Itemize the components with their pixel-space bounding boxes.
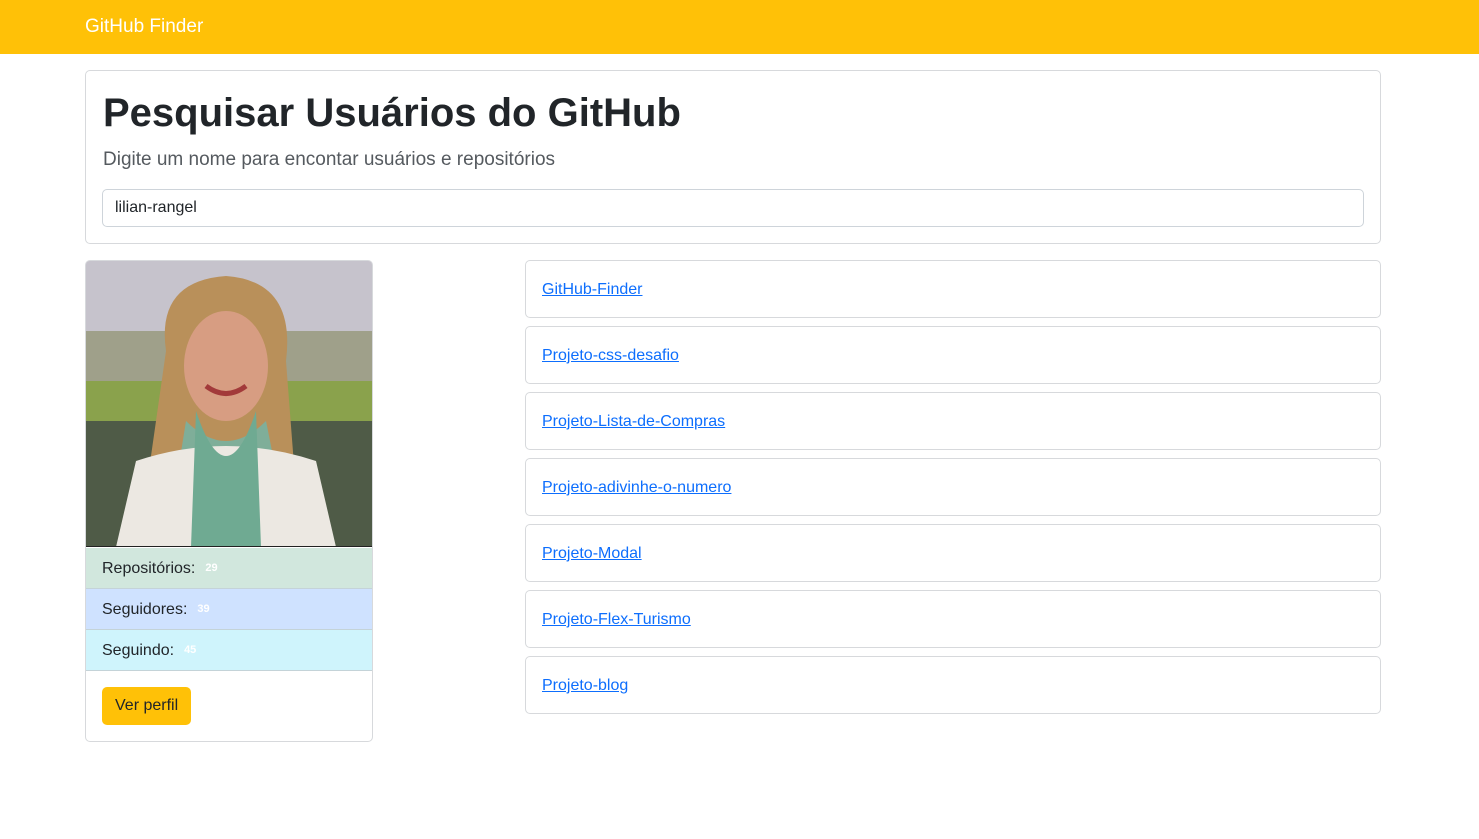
repo-link[interactable]: Projeto-blog (542, 677, 628, 695)
followers-count-badge: 39 (197, 603, 210, 616)
following-stat: Seguindo: 45 (86, 630, 372, 671)
repos-label: Repositórios: (102, 560, 196, 577)
followers-label: Seguidores: (102, 601, 188, 618)
search-subtitle: Digite um nome para encontar usuários e … (103, 149, 556, 170)
repo-link[interactable]: Projeto-Modal (542, 545, 642, 563)
repo-link[interactable]: Projeto-Lista-de-Compras (542, 413, 725, 431)
search-card: Pesquisar Usuários do GitHub Digite um n… (85, 70, 1381, 244)
profile-photo (86, 261, 372, 546)
view-profile-button[interactable]: Ver perfil (102, 687, 192, 725)
repos-stat: Repositórios: 29 (86, 548, 372, 589)
repo-item: Projeto-Modal (525, 524, 1381, 582)
repo-item: GitHub-Finder (525, 260, 1381, 318)
repo-link[interactable]: GitHub-Finder (542, 281, 642, 299)
following-count-badge: 45 (184, 644, 197, 657)
repo-item: Projeto-adivinhe-o-numero (525, 458, 1381, 516)
page-title: Pesquisar Usuários do GitHub (103, 91, 681, 135)
repo-link[interactable]: Projeto-adivinhe-o-numero (542, 479, 731, 497)
repo-item: Projeto-blog (525, 656, 1381, 714)
repo-link[interactable]: Projeto-css-desafio (542, 347, 679, 365)
search-input[interactable] (102, 189, 1364, 227)
profile-card: Repositórios: 29 Seguidores: 39 Seguindo: 4… (85, 260, 373, 742)
repo-item: Projeto-Lista-de-Compras (525, 392, 1381, 450)
brand-link[interactable]: GitHub Finder (85, 16, 203, 38)
repos-count-badge: 29 (205, 562, 218, 575)
repo-item: Projeto-Flex-Turismo (525, 590, 1381, 648)
repo-link[interactable]: Projeto-Flex-Turismo (542, 611, 691, 629)
avatar (86, 261, 372, 547)
repo-item: Projeto-css-desafio (525, 326, 1381, 384)
top-navbar: GitHub Finder (0, 0, 1479, 54)
following-label: Seguindo: (102, 642, 175, 659)
followers-stat: Seguidores: 39 (86, 589, 372, 630)
